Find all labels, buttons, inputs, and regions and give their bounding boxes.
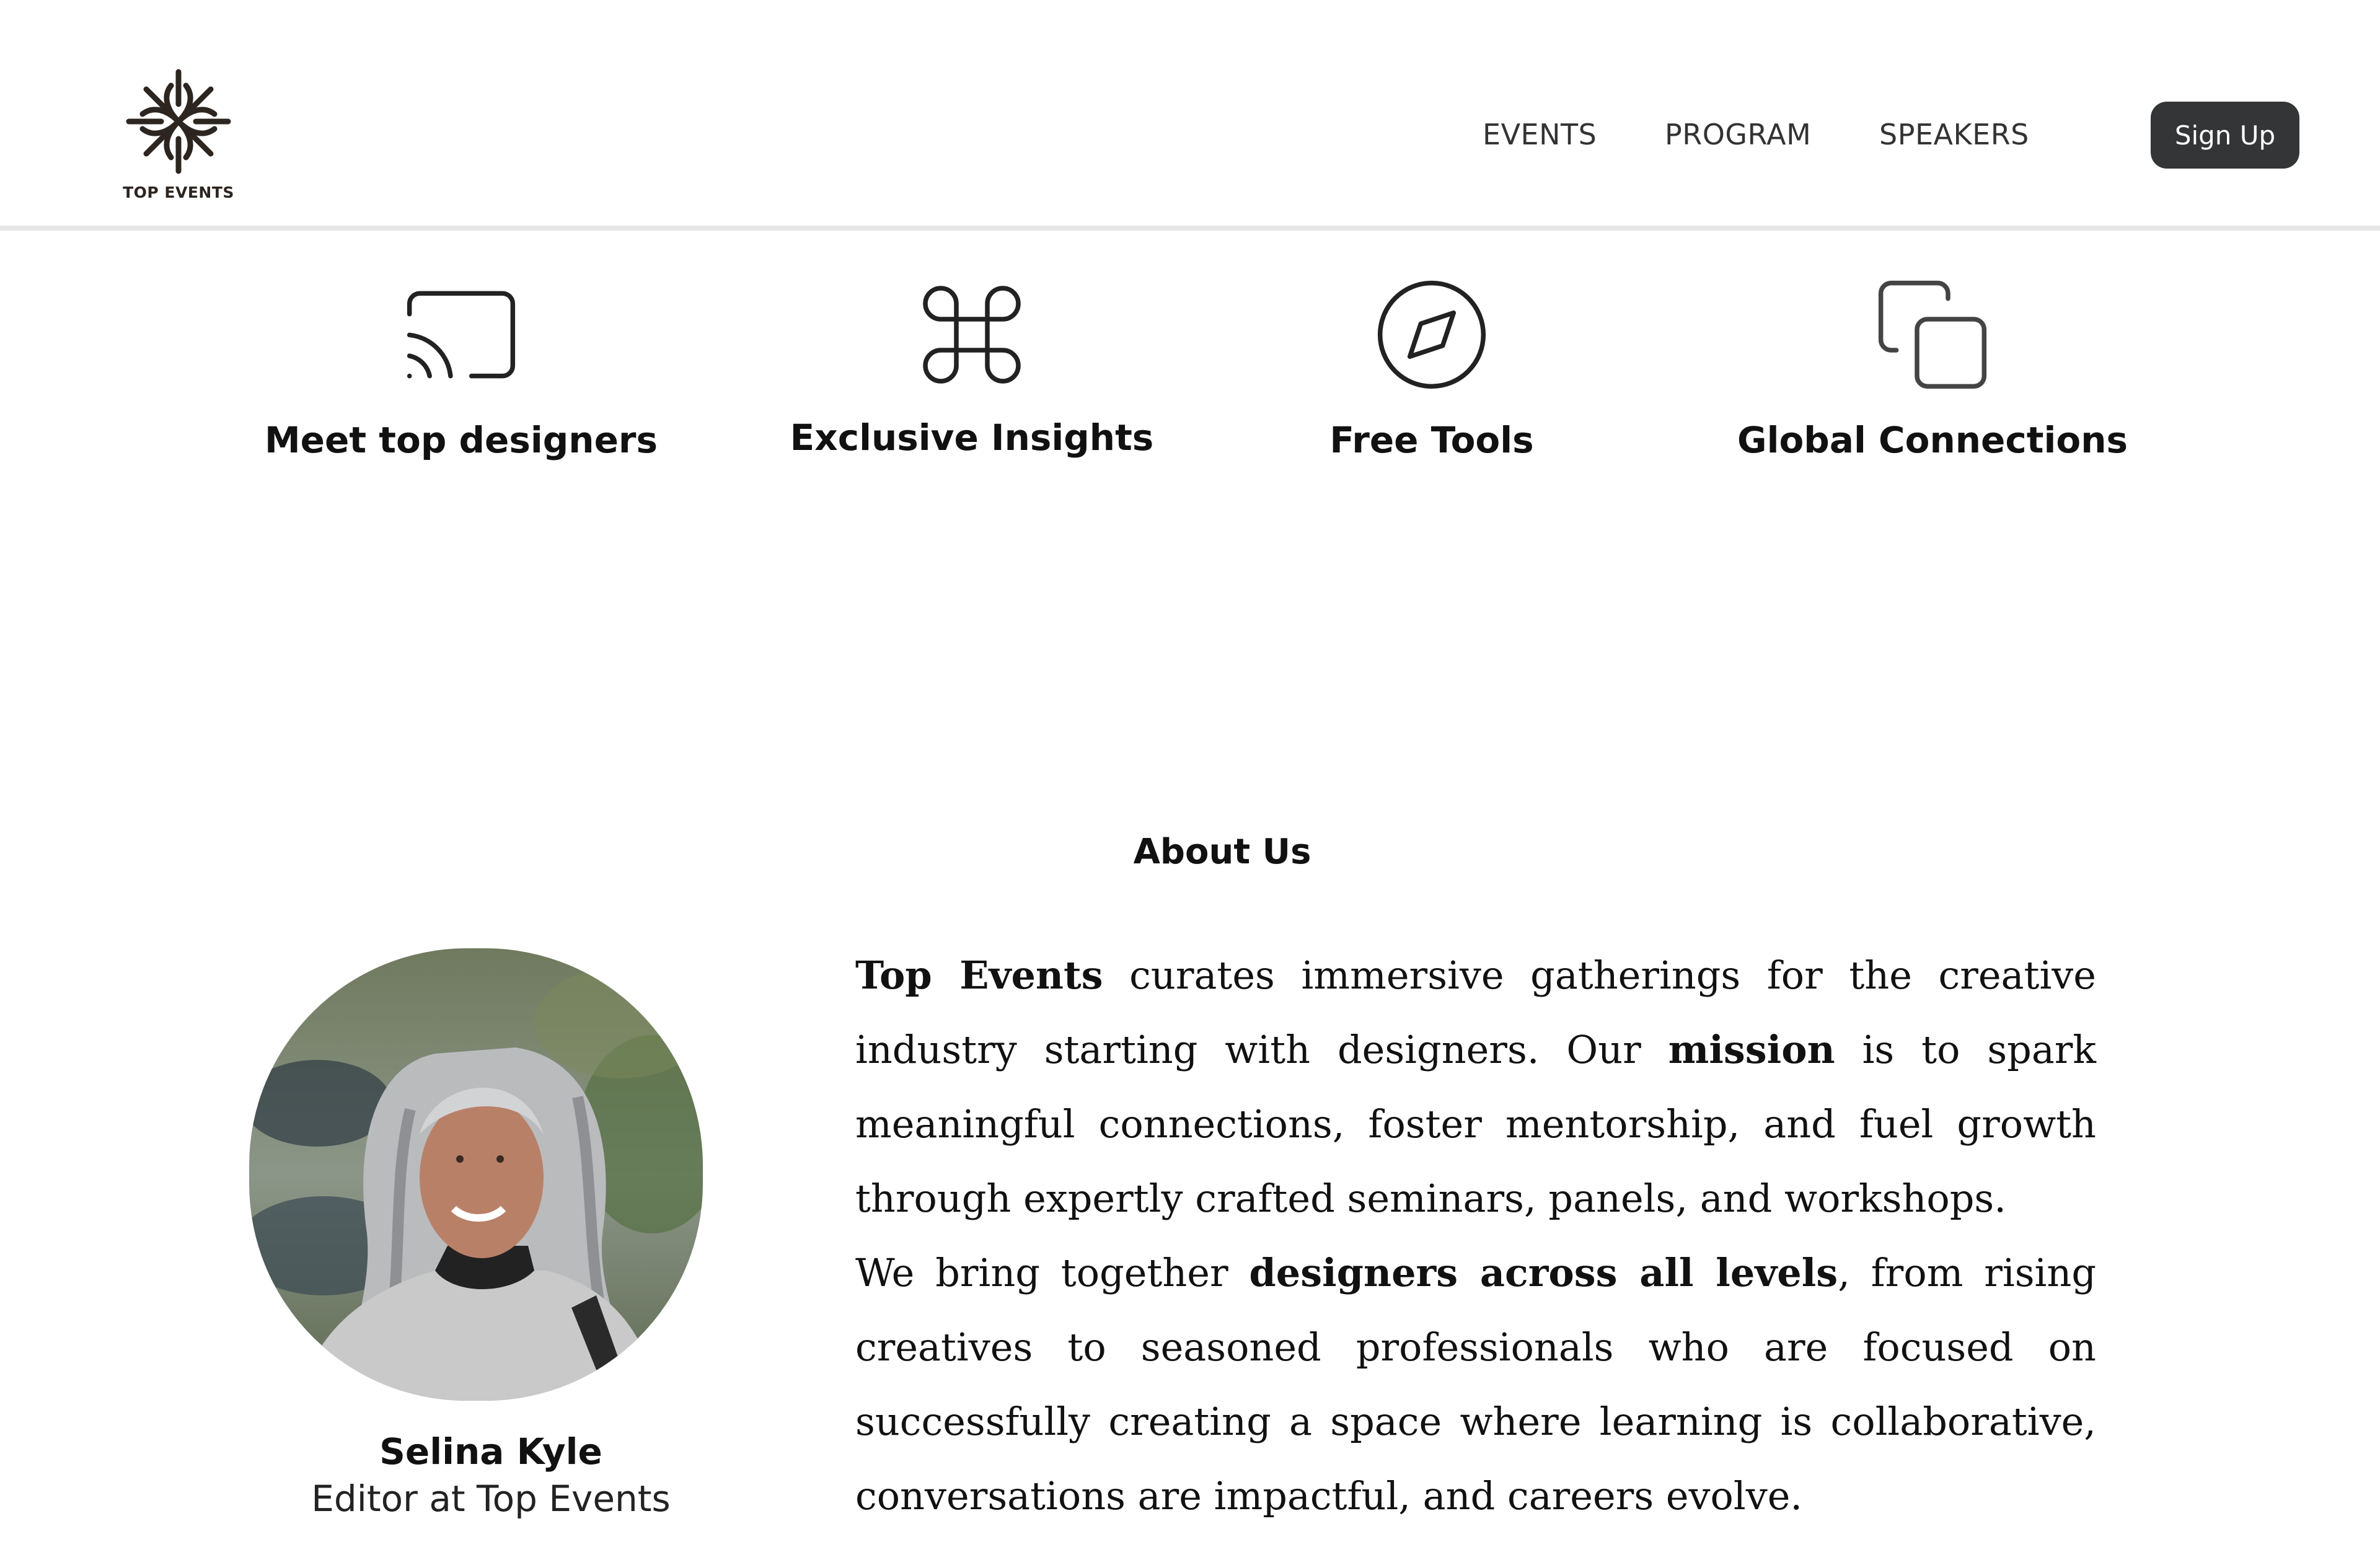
compass-icon (1377, 280, 1486, 389)
about-paragraph-2: We bring together designers across all l… (855, 1250, 2097, 1518)
feature-free-tools: Free Tools (1329, 273, 1534, 461)
about-paragraph-1: Top Events curates immersive gatherings … (855, 953, 2096, 1221)
person-photo (249, 948, 703, 1401)
feature-exclusive-insights: Exclusive Insights (790, 273, 1153, 459)
feature-label: Meet top designers (264, 419, 658, 461)
about-description: Top Events curates immersive gatherings … (855, 938, 2096, 1533)
mission-emphasis: mission (1668, 1027, 1835, 1072)
nav-link-events[interactable]: EVENTS (1483, 118, 1597, 151)
feature-label: Free Tools (1329, 419, 1534, 461)
snowflake-ornament-icon (126, 69, 231, 174)
brand-name: TOP EVENTS (123, 183, 234, 201)
feature-meet-top-designers: Meet top designers (265, 273, 658, 461)
nav-link-speakers[interactable]: SPEAKERS (1879, 118, 2029, 151)
feature-global-connections: Global Connections (1737, 273, 2128, 461)
copy-icon (1878, 280, 1987, 389)
command-icon (923, 286, 1021, 384)
brand-mention: Top Events (855, 953, 1103, 998)
audience-emphasis: designers across all levels (1249, 1250, 1838, 1295)
about-title: About Us (1133, 832, 1311, 872)
brand-logo[interactable]: TOP EVENTS (121, 67, 236, 206)
person-role: Editor at Top Events (311, 1478, 671, 1520)
sign-up-button[interactable]: Sign Up (2151, 102, 2299, 169)
nav-link-program[interactable]: PROGRAM (1665, 118, 1811, 151)
cast-icon (407, 291, 516, 379)
person-name: Selina Kyle (379, 1430, 602, 1473)
feature-label: Global Connections (1737, 419, 2128, 461)
site-header: TOP EVENTS EVENTS PROGRAM SPEAKERS Sign … (0, 0, 2380, 231)
feature-label: Exclusive Insights (790, 416, 1154, 459)
